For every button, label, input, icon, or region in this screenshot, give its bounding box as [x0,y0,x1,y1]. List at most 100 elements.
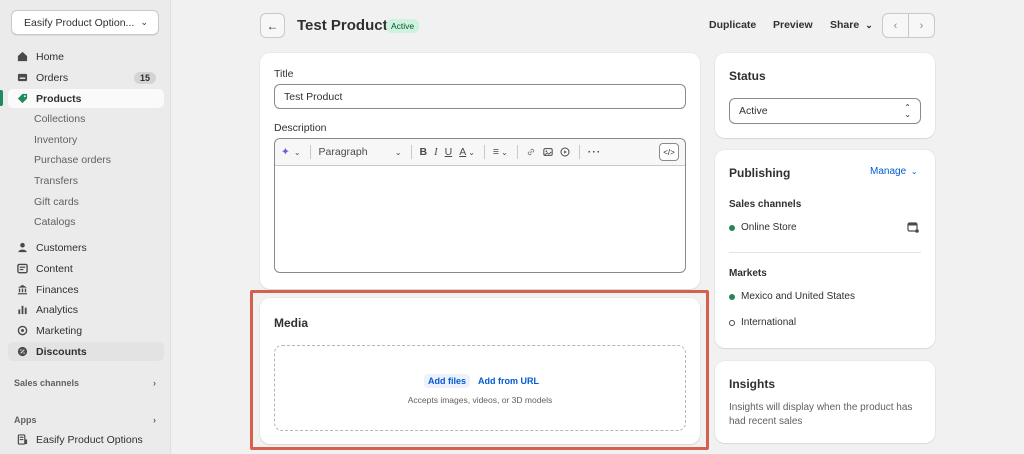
market-item: International [729,317,796,328]
chevron-down-icon: ⌄ [910,167,918,176]
toolbar-divider [483,145,485,159]
sidebar-item-label: Easify Product Options [36,433,143,446]
sidebar-subitem-gift-cards[interactable]: Gift cards [34,196,79,208]
sidebar-subitem-transfers[interactable]: Transfers [34,175,78,187]
sidebar-item-label: Discounts [36,345,87,358]
orders-icon [16,72,28,84]
italic-icon[interactable]: I [434,147,438,158]
chevron-right-icon: › [919,19,924,32]
title-input[interactable]: Test Product [274,84,686,109]
duplicate-button[interactable]: Duplicate [709,19,756,31]
store-selector[interactable]: Easify Product Option... ⌄ [11,10,159,35]
share-button[interactable]: Share ⌄ [830,19,873,31]
text-color-button[interactable]: A ⌄ [459,146,475,158]
select-arrows-icon: ⌃ ⌄ [904,103,911,119]
chevron-down-icon: ⌄ [293,147,301,157]
sidebar-item-label: Finances [36,283,79,296]
section-label: Sales channels [14,378,80,388]
sidebar-item-label: Analytics [36,303,79,316]
toolbar-divider [578,145,580,159]
description-editor[interactable]: ✦ ⌄ Paragraph ⌄ B I U A ⌄ ≡ ⌄ ··· </> [274,138,686,273]
back-button[interactable]: ← [260,13,285,38]
bold-icon[interactable]: B [420,146,428,158]
sparkle-icon: ✦ [281,146,290,158]
share-label: Share [830,19,860,31]
title-label: Title [274,68,294,80]
insights-text: Insights will display when the product h… [729,402,913,427]
sidebar-item-label: Content [36,262,73,275]
sidebar-item-discounts[interactable]: Discounts [8,342,164,361]
underline-icon[interactable]: U [445,146,453,158]
home-icon [16,51,28,63]
media-dropzone[interactable] [274,345,686,431]
publishing-title: Publishing [729,166,791,180]
text-color-icon: A [459,146,467,158]
sidebar-subitem-inventory[interactable]: Inventory [34,134,77,146]
code-view-icon[interactable]: </> [659,143,679,161]
video-icon[interactable] [560,147,570,157]
sidebar-item-orders[interactable]: Orders 15 [8,68,164,87]
preview-button[interactable]: Preview [773,19,813,31]
previous-product-button[interactable]: ‹ [883,14,908,37]
chevron-left-icon: ‹ [893,19,898,32]
sidebar-item-finances[interactable]: Finances [8,280,164,299]
next-product-button[interactable]: › [908,14,934,37]
apps-section[interactable]: Apps › [14,415,156,425]
bank-icon [16,284,28,296]
arrow-left-icon: ← [266,18,279,33]
sidebar-item-content[interactable]: Content [8,259,164,278]
toolbar-divider [410,145,412,159]
bar-chart-icon [16,304,28,316]
manage-label: Manage [870,166,907,177]
toolbar-divider [309,145,311,159]
sidebar-item-products[interactable]: Products [8,89,164,108]
sidebar-item-marketing[interactable]: Marketing [8,321,164,340]
sidebar-subitem-collections[interactable]: Collections [34,113,85,125]
markets-label: Markets [729,268,767,279]
add-files-button[interactable]: Add files [424,374,471,388]
more-options-icon[interactable]: ··· [588,146,602,158]
sidebar-item-label: Products [36,92,82,105]
section-label: Apps [14,415,37,425]
channel-name: Online Store [741,222,797,233]
chevron-down-icon: ⌄ [394,147,402,157]
chevron-down-icon: ⌄ [140,17,148,27]
manage-button[interactable]: Manage ⌄ [870,166,918,177]
sidebar-subitem-catalogs[interactable]: Catalogs [34,216,75,228]
paragraph-format-select[interactable]: Paragraph ⌄ [319,146,402,158]
sales-channels-section[interactable]: Sales channels › [14,378,156,388]
align-left-icon: ≡ [492,146,500,158]
status-dot-icon [729,293,735,300]
status-select-value: Active [739,105,768,117]
market-item: Mexico and United States [729,291,855,302]
sidebar-item-home[interactable]: Home [8,47,164,66]
sidebar-item-label: Home [36,50,65,63]
add-from-url-link[interactable]: Add from URL [478,376,539,386]
sidebar-subitem-purchase-orders[interactable]: Purchase orders [34,154,111,166]
calendar-schedule-icon[interactable] [907,221,919,233]
chevron-right-icon: › [153,415,156,425]
divider [729,252,921,253]
sidebar-item-label: Customers [36,241,87,254]
media-accepts-hint: Accepts images, videos, or 3D models [407,395,553,405]
sidebar-item-label: Orders [36,71,69,84]
link-icon[interactable] [526,147,536,157]
media-title: Media [274,316,309,330]
sidebar-item-customers[interactable]: Customers [8,238,164,257]
sidebar-item-easify-app[interactable]: Easify Product Options [8,430,164,449]
ai-magic-button[interactable]: ✦ ⌄ [281,146,301,158]
status-select[interactable]: Active ⌃ ⌄ [729,98,921,124]
channel-online-store: Online Store [729,222,797,233]
chevron-down-icon: ⌄ [468,147,475,157]
page-title: Test Product [297,17,388,34]
app-icon [16,434,28,446]
status-dot-empty-icon [729,319,735,326]
image-icon[interactable] [543,147,553,157]
discount-icon [16,346,28,358]
align-button[interactable]: ≡ ⌄ [493,146,508,158]
editor-toolbar: ✦ ⌄ Paragraph ⌄ B I U A ⌄ ≡ ⌄ ··· </> [275,139,685,166]
active-indicator [0,90,3,106]
insights-title: Insights [729,377,776,391]
sidebar-item-analytics[interactable]: Analytics [8,300,164,319]
store-name: Easify Product Option... [24,16,135,29]
